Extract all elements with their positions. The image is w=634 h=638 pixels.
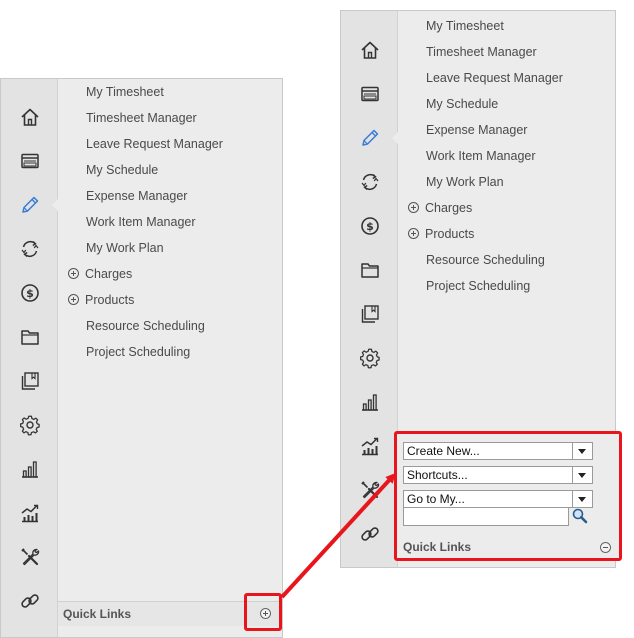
trend-chart-icon[interactable] [1, 495, 58, 531]
menu-item-label: Leave Request Manager [86, 137, 223, 151]
menu-item[interactable]: Products [408, 227, 474, 241]
bar-chart-icon[interactable] [1, 451, 58, 487]
quick-links-label: Quick Links [63, 607, 132, 621]
menu-item-label: Work Item Manager [86, 215, 196, 229]
tools-icon[interactable] [1, 539, 58, 575]
right-icon-rail: $ [341, 11, 399, 567]
expand-plus-icon[interactable] [408, 202, 419, 213]
collapse-minus-icon[interactable] [600, 542, 611, 553]
menu-item[interactable]: Project Scheduling [426, 279, 530, 293]
tools-icon[interactable] [341, 472, 398, 508]
go-to-my-dropdown[interactable]: Go to My... [403, 490, 593, 508]
expand-plus-icon[interactable] [68, 294, 79, 305]
quick-links-label: Quick Links [403, 540, 472, 554]
menu-item[interactable]: My Schedule [426, 97, 498, 111]
menu-item[interactable]: My Schedule [86, 163, 158, 177]
shortcuts-dropdown[interactable]: Shortcuts... [403, 466, 593, 484]
menu-item-label: Charges [425, 201, 473, 215]
menu-item[interactable]: My Timesheet [86, 85, 164, 99]
go-to-my-value: Go to My... [407, 492, 465, 506]
dollar-icon[interactable]: $ [1, 275, 58, 311]
menu-item-label: My Timesheet [426, 19, 504, 33]
expand-plus-icon[interactable] [260, 608, 271, 619]
menu-item-label: Charges [85, 267, 133, 281]
home-icon[interactable] [1, 99, 58, 135]
menu-item-label: Expense Manager [86, 189, 188, 203]
chevron-down-icon[interactable] [572, 491, 592, 507]
menu-item[interactable]: Resource Scheduling [426, 253, 545, 267]
pencil-icon[interactable] [1, 187, 59, 223]
menu-item-label: Work Item Manager [426, 149, 536, 163]
menu-item[interactable]: Work Item Manager [86, 215, 196, 229]
home-icon[interactable] [341, 32, 398, 68]
window-icon[interactable] [1, 143, 58, 179]
menu-item-label: Resource Scheduling [86, 319, 205, 333]
quick-links-expanded-box: Create New... Shortcuts... Go to My... Q… [394, 431, 622, 561]
menu-item-label: Products [85, 293, 135, 307]
pencil-icon[interactable] [341, 120, 399, 156]
create-new-dropdown[interactable]: Create New... [403, 442, 593, 460]
menu-item[interactable]: My Work Plan [426, 175, 504, 189]
menu-item[interactable]: Leave Request Manager [86, 137, 223, 151]
menu-item[interactable]: Resource Scheduling [86, 319, 205, 333]
folder-icon[interactable] [1, 319, 58, 355]
menu-item[interactable]: Expense Manager [426, 123, 527, 137]
gear-icon[interactable] [1, 407, 58, 443]
menu-item-label: Project Scheduling [86, 345, 191, 359]
quick-links-search-input[interactable] [403, 507, 569, 526]
create-new-value: Create New... [407, 444, 480, 458]
pages-icon[interactable] [1, 363, 58, 399]
left-navigation-panel: $ My Timesheet Timesheet Manager Leave Req… [0, 78, 283, 638]
chevron-down-icon[interactable] [572, 467, 592, 483]
menu-item-label: Resource Scheduling [426, 253, 545, 267]
screenshot-stage: $ My Timesheet Timesheet Manager Leave Req… [0, 0, 634, 638]
trend-chart-icon[interactable] [341, 428, 398, 464]
menu-item-label: Products [425, 227, 475, 241]
menu-item[interactable]: Work Item Manager [426, 149, 536, 163]
menu-item[interactable]: My Timesheet [426, 19, 504, 33]
menu-item[interactable]: Charges [68, 267, 132, 281]
menu-item[interactable]: Timesheet Manager [426, 45, 537, 59]
menu-item[interactable]: Charges [408, 201, 472, 215]
gear-icon[interactable] [341, 340, 398, 376]
window-icon[interactable] [341, 76, 398, 112]
menu-item[interactable]: Products [68, 293, 134, 307]
left-icon-rail: $ [1, 79, 59, 637]
search-icon[interactable] [571, 507, 588, 524]
menu-item-label: Timesheet Manager [426, 45, 537, 59]
expand-plus-icon[interactable] [408, 228, 419, 239]
dollar-icon[interactable]: $ [341, 208, 398, 244]
pages-icon[interactable] [341, 296, 398, 332]
svg-text:$: $ [26, 287, 34, 300]
shortcuts-value: Shortcuts... [407, 468, 468, 482]
link-icon[interactable] [1, 583, 58, 619]
menu-item[interactable]: My Work Plan [86, 241, 164, 255]
folder-icon[interactable] [341, 252, 398, 288]
menu-item[interactable]: Leave Request Manager [426, 71, 563, 85]
expand-toggle-highlight [244, 593, 282, 631]
menu-item-label: My Work Plan [86, 241, 164, 255]
menu-item-label: Expense Manager [426, 123, 528, 137]
menu-item-label: My Schedule [86, 163, 159, 177]
link-icon[interactable] [341, 516, 398, 552]
menu-item-label: Timesheet Manager [86, 111, 197, 125]
menu-item[interactable]: Project Scheduling [86, 345, 190, 359]
menu-item-label: Leave Request Manager [426, 71, 563, 85]
menu-item[interactable]: Expense Manager [86, 189, 187, 203]
sync-icon[interactable] [1, 231, 58, 267]
menu-item-label: Project Scheduling [426, 279, 531, 293]
sync-icon[interactable] [341, 164, 398, 200]
menu-item[interactable]: Timesheet Manager [86, 111, 197, 125]
menu-item-label: My Work Plan [426, 175, 504, 189]
chevron-down-icon[interactable] [572, 443, 592, 459]
bar-chart-icon[interactable] [341, 384, 398, 420]
svg-text:$: $ [366, 220, 374, 233]
menu-item-label: My Schedule [426, 97, 499, 111]
menu-item-label: My Timesheet [86, 85, 164, 99]
expand-plus-icon[interactable] [68, 268, 79, 279]
